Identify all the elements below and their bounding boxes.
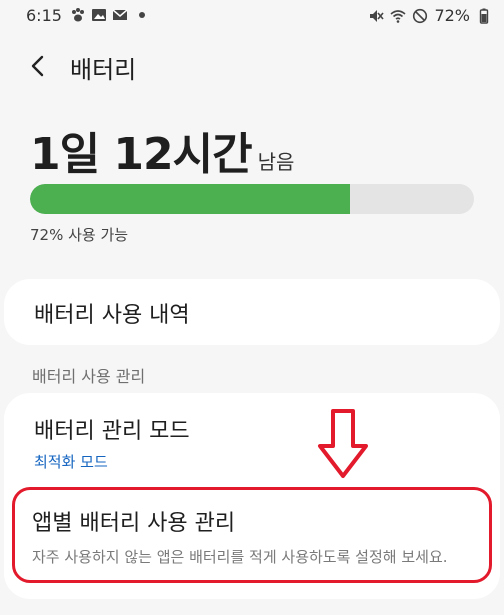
chevron-left-icon: [31, 55, 44, 77]
dot-icon: [139, 12, 145, 18]
battery-icon: [479, 8, 489, 24]
down-arrow-annotation-icon: [318, 409, 368, 478]
battery-usage-title: 배터리 사용 내역: [34, 303, 190, 328]
status-left-icons: [70, 7, 145, 23]
status-bar: 6:15 72%: [0, 0, 504, 32]
section-label-battery-manage: 배터리 사용 관리: [32, 367, 146, 386]
battery-manage-mode-value: 최적화 모드: [34, 453, 108, 471]
highlight-box-annotation: [12, 487, 492, 583]
battery-manage-mode-title: 배터리 관리 모드: [34, 419, 190, 444]
remaining-time: 1일 12시간 남음: [30, 118, 294, 182]
image-icon: [92, 9, 106, 21]
battery-percent: 72%: [434, 6, 470, 25]
status-time: 6:15: [26, 6, 62, 25]
battery-available-text: 72% 사용 가능: [30, 226, 129, 244]
paw-icon: [72, 8, 84, 22]
app-header: 배터리: [0, 44, 504, 84]
remaining-time-value: 1일 12시간: [30, 129, 253, 180]
do-not-disturb-icon: [413, 8, 428, 23]
status-right-icons: 72%: [368, 6, 492, 25]
mail-icon: [112, 9, 128, 20]
battery-manage-mode-item[interactable]: 배터리 관리 모드 최적화 모드: [34, 413, 454, 471]
battery-usage-card[interactable]: 배터리 사용 내역: [4, 279, 500, 345]
remaining-time-suffix: 남음: [257, 150, 295, 174]
battery-level-bar: [30, 184, 474, 214]
battery-level-fill: [30, 184, 350, 214]
page-title: 배터리: [70, 56, 137, 84]
back-button[interactable]: [22, 50, 54, 82]
mute-icon: [370, 9, 385, 22]
wifi-icon: [390, 9, 406, 23]
